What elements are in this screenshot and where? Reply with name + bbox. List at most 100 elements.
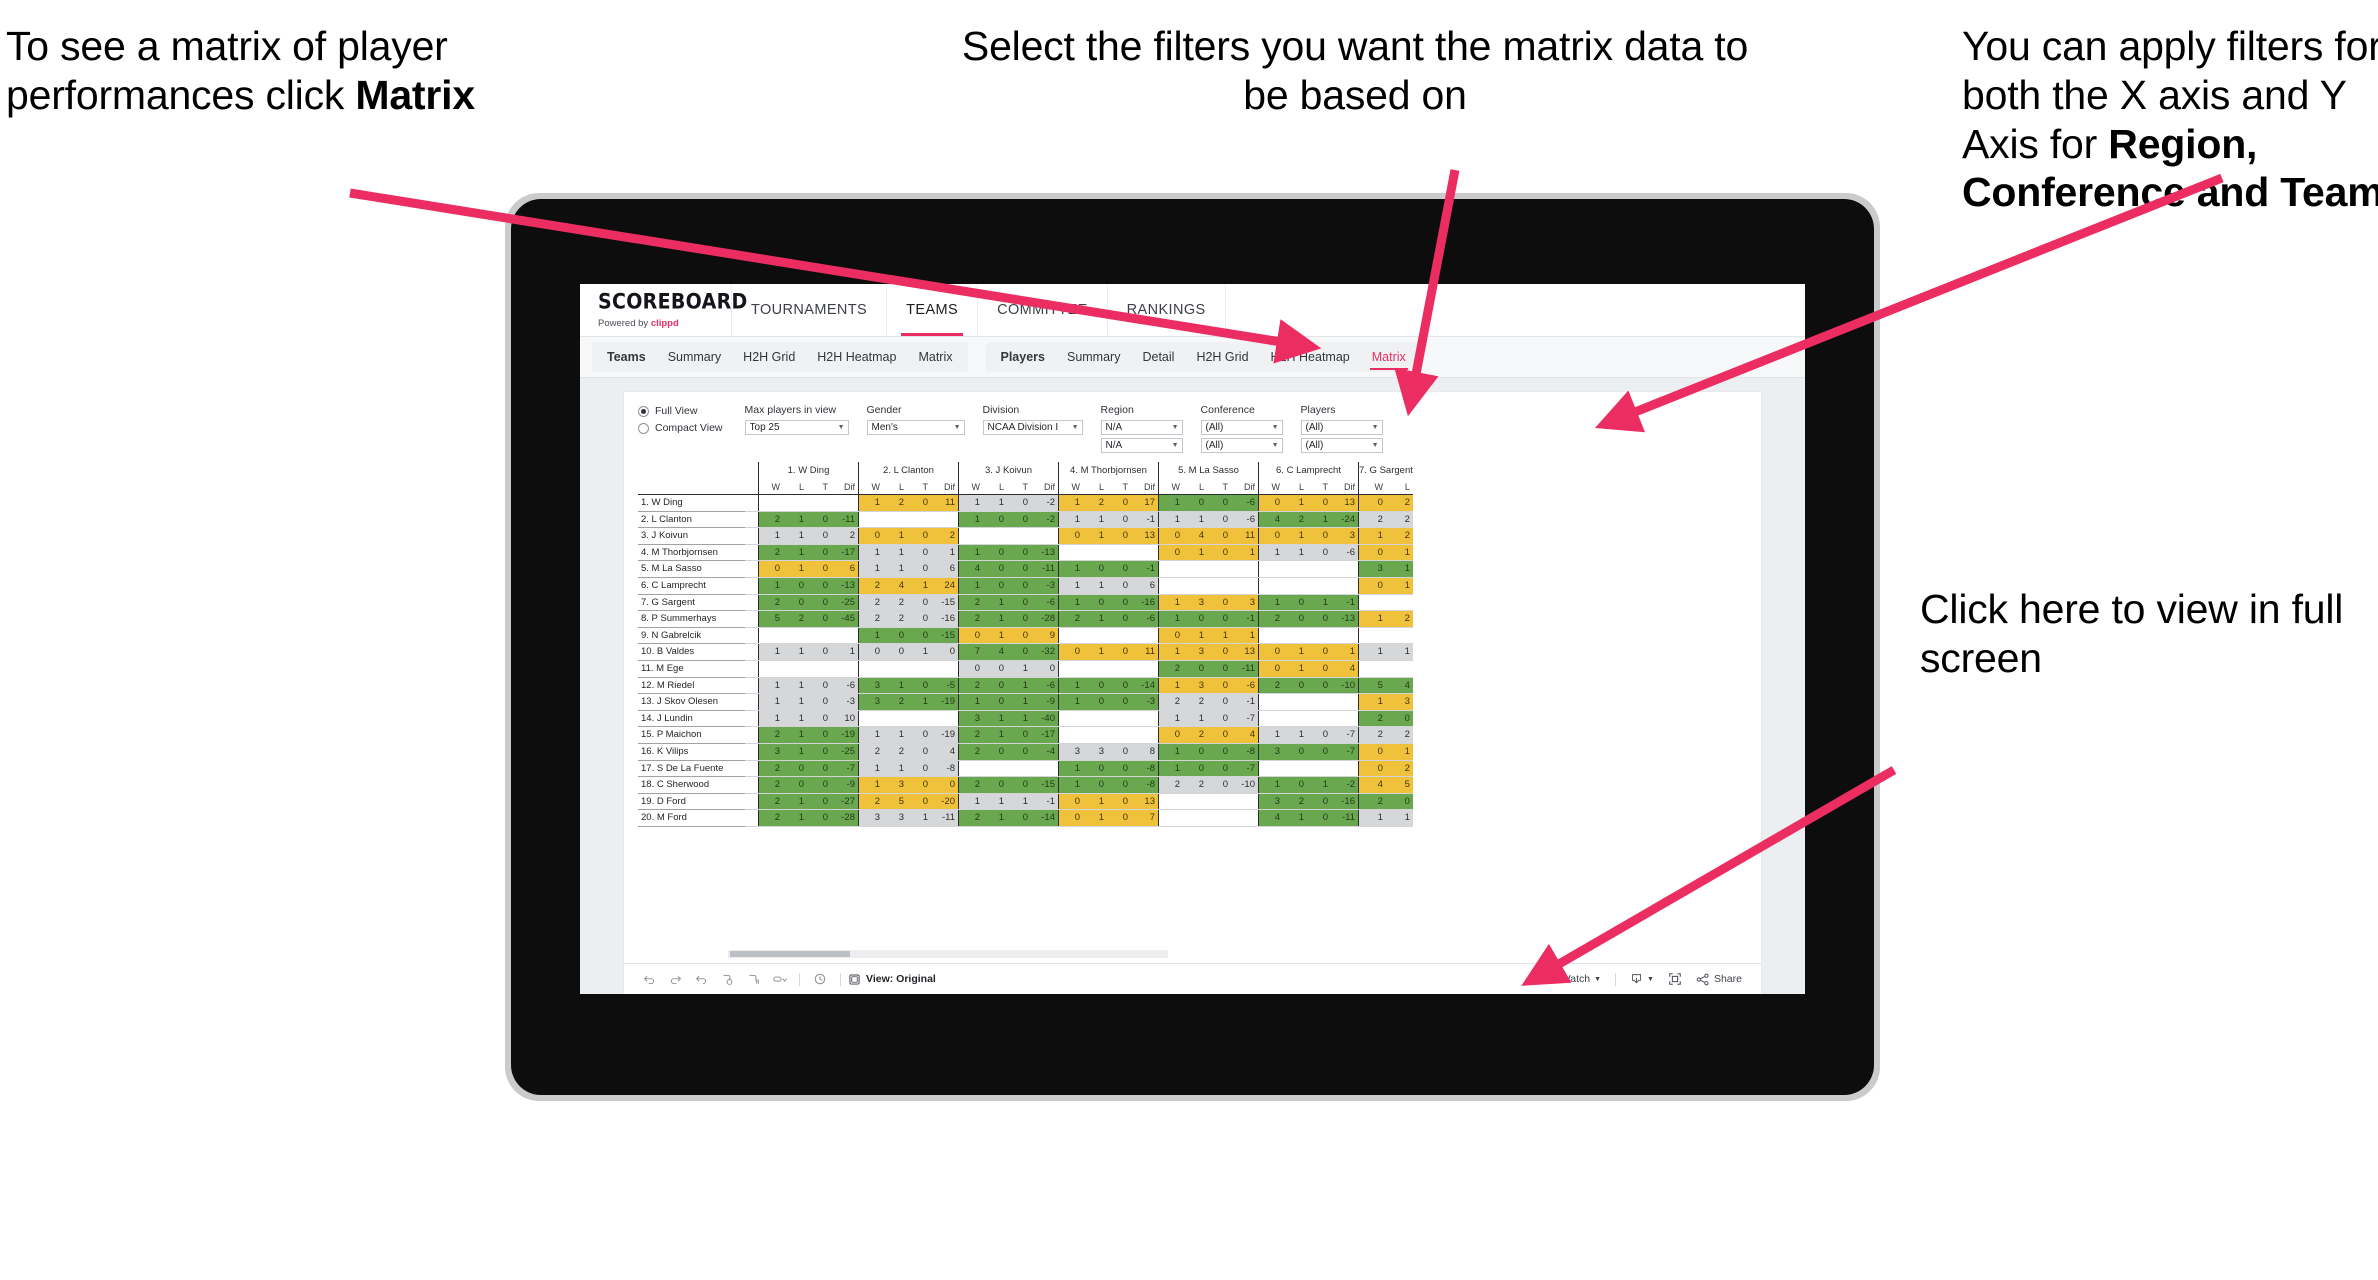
matrix-cell[interactable]: 3 [1385, 693, 1413, 711]
matrix-cell[interactable]: 0 [1307, 743, 1331, 761]
matrix-cell-empty[interactable] [1158, 560, 1183, 578]
matrix-cell[interactable]: -45 [831, 610, 859, 628]
matrix-cell[interactable]: 4 [1231, 726, 1259, 744]
matrix-cell[interactable]: 2 [858, 594, 883, 612]
matrix-cell[interactable]: 11 [1131, 643, 1159, 661]
redo-icon[interactable] [662, 968, 688, 990]
matrix-cell[interactable]: -6 [1131, 610, 1159, 628]
matrix-cell[interactable]: 0 [907, 677, 931, 695]
matrix-cell[interactable]: 1 [783, 726, 807, 744]
matrix-cell[interactable]: 0 [1207, 610, 1231, 628]
matrix-cell[interactable]: 1 [907, 643, 931, 661]
matrix-cell-empty[interactable] [1107, 726, 1131, 744]
matrix-cell[interactable]: 1 [1357, 809, 1386, 827]
matrix-cell[interactable]: 0 [1107, 693, 1131, 711]
matrix-cell[interactable]: 2 [883, 594, 907, 612]
matrix-cell[interactable]: -15 [1031, 776, 1059, 794]
download-button[interactable]: ▼ [1623, 973, 1661, 986]
matrix-cell[interactable]: 2 [1357, 710, 1386, 728]
matrix-row-label[interactable]: 16. K Vilips [638, 743, 745, 761]
matrix-cell[interactable]: 1 [883, 726, 907, 744]
matrix-cell[interactable]: -25 [831, 594, 859, 612]
matrix-cell[interactable]: 0 [807, 693, 831, 711]
matrix-cell[interactable]: 1 [983, 710, 1007, 728]
matrix-cell-empty[interactable] [1131, 544, 1159, 562]
matrix-cell[interactable]: 1 [983, 594, 1007, 612]
matrix-cell[interactable]: 0 [1058, 793, 1083, 811]
matrix-cell[interactable]: 1 [1007, 793, 1031, 811]
fullscreen-button[interactable] [1661, 972, 1689, 986]
matrix-cell[interactable]: -19 [931, 726, 959, 744]
matrix-row-label[interactable]: 19. D Ford [638, 793, 745, 811]
matrix-row-label[interactable]: 11. M Ege [638, 660, 745, 678]
matrix-cell[interactable]: 0 [1158, 627, 1183, 645]
matrix-cell[interactable]: 0 [1307, 809, 1331, 827]
matrix-cell[interactable]: 2 [958, 610, 983, 628]
matrix-cell[interactable]: 1 [858, 544, 883, 562]
matrix-cell-empty[interactable] [1357, 660, 1386, 678]
matrix-cell[interactable]: 0 [1007, 560, 1031, 578]
matrix-cell-empty[interactable] [883, 511, 907, 529]
matrix-cell[interactable]: 1 [783, 710, 807, 728]
matrix-cell[interactable]: 0 [907, 627, 931, 645]
matrix-cell[interactable]: 6 [1131, 577, 1159, 595]
select-region-y[interactable]: N/A ▼ [1100, 438, 1183, 453]
select-conference-x[interactable]: (All) ▼ [1200, 420, 1283, 435]
matrix-cell[interactable]: 0 [1307, 726, 1331, 744]
matrix-cell[interactable]: 1 [1283, 726, 1307, 744]
matrix-cell[interactable]: -11 [1331, 809, 1359, 827]
matrix-cell[interactable]: -5 [931, 677, 959, 695]
matrix-cell[interactable]: 0 [1183, 494, 1207, 512]
matrix-cell-empty[interactable] [1083, 710, 1107, 728]
matrix-cell-empty[interactable] [883, 710, 907, 728]
matrix-cell-empty[interactable] [1058, 627, 1083, 645]
matrix-cell[interactable]: 1 [1158, 511, 1183, 529]
subnav-teams[interactable]: Teams [596, 342, 657, 372]
matrix-cell[interactable]: 1 [1331, 643, 1359, 661]
matrix-cell-empty[interactable] [1331, 627, 1359, 645]
matrix-cell[interactable]: 3 [883, 809, 907, 827]
matrix-cell[interactable]: 3 [1083, 743, 1107, 761]
subnav-teams-h2h-heatmap[interactable]: H2H Heatmap [806, 342, 907, 372]
matrix-cell[interactable]: -14 [1031, 809, 1059, 827]
matrix-cell[interactable]: 0 [983, 577, 1007, 595]
matrix-row-label[interactable]: 9. N Gabrelcik [638, 627, 745, 645]
subnav-players-detail[interactable]: Detail [1131, 342, 1185, 372]
matrix-cell[interactable]: 2 [758, 809, 783, 827]
matrix-cell[interactable]: 0 [807, 743, 831, 761]
matrix-cell[interactable]: 0 [1307, 544, 1331, 562]
matrix-cell[interactable]: 2 [758, 511, 783, 529]
matrix-cell[interactable]: 0 [1207, 760, 1231, 778]
matrix-cell[interactable]: -19 [931, 693, 959, 711]
matrix-cell[interactable]: 2 [758, 776, 783, 794]
matrix-cell-empty[interactable] [1007, 760, 1031, 778]
matrix-cell[interactable]: 5 [1357, 677, 1386, 695]
matrix-cell-empty[interactable] [1058, 726, 1083, 744]
matrix-cell[interactable]: 0 [1207, 527, 1231, 545]
matrix-cell-empty[interactable] [1058, 660, 1083, 678]
matrix-cell[interactable]: 0 [931, 643, 959, 661]
matrix-cell[interactable]: 6 [931, 560, 959, 578]
matrix-cell[interactable]: 0 [1058, 809, 1083, 827]
matrix-cell[interactable]: 5 [758, 610, 783, 628]
matrix-cell[interactable]: 0 [1283, 610, 1307, 628]
matrix-cell[interactable]: 7 [1131, 809, 1159, 827]
matrix-cell[interactable]: 0 [983, 511, 1007, 529]
subnav-teams-matrix[interactable]: Matrix [907, 342, 963, 372]
matrix-cell[interactable]: 1 [831, 643, 859, 661]
revert-icon[interactable] [688, 968, 714, 990]
matrix-cell[interactable]: 2 [1183, 726, 1207, 744]
matrix-cell[interactable]: 1 [758, 577, 783, 595]
matrix-cell[interactable]: 0 [983, 677, 1007, 695]
matrix-cell[interactable]: 2 [858, 793, 883, 811]
matrix-column-header[interactable]: 4. M Thorbjornsen [1058, 462, 1159, 479]
matrix-cell[interactable]: 1 [1385, 809, 1413, 827]
matrix-cell[interactable]: 1 [1083, 610, 1107, 628]
matrix-cell[interactable]: 1 [883, 544, 907, 562]
refresh-icon[interactable] [714, 968, 740, 990]
matrix-cell-empty[interactable] [1107, 710, 1131, 728]
topnav-rankings[interactable]: RANKINGS [1108, 284, 1226, 336]
matrix-cell-empty[interactable] [1131, 627, 1159, 645]
matrix-cell[interactable]: 13 [1131, 527, 1159, 545]
matrix-cell[interactable]: -17 [1031, 726, 1059, 744]
